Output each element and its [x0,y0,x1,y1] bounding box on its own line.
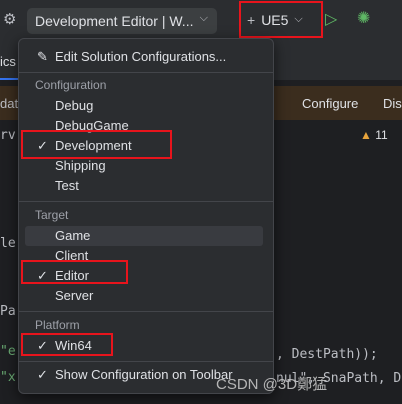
platform-selector[interactable]: + UE5 ⌵ [239,1,323,38]
add-icon: + [247,11,256,28]
warnings-indicator[interactable]: ▲ 11 [360,128,388,142]
menu-item-label: Client [55,248,89,263]
menu-item-editor[interactable]: ✓ Editor [25,266,263,286]
configure-link[interactable]: Configure [302,96,358,111]
watermark: CSDN @3D鄭猛 [216,376,328,393]
menu-item-win64[interactable]: ✓ Win64 [25,336,263,356]
code-fragment: "e [0,344,16,359]
menu-item-label: Game [55,228,91,243]
chevron-down-icon: ⌵ [294,13,303,25]
checkmark-icon: ✓ [37,338,48,353]
code-fragment: rv [0,128,16,143]
menu-item-label: Edit Solution Configurations... [55,49,227,64]
code-line: , DestPath)); [276,347,378,362]
chevron-down-icon: ⌵ [199,12,208,24]
checkmark-icon: ✓ [37,138,48,153]
menu-item-label: DebugGame [55,118,129,133]
unreal-engine-icon[interactable]: ⚙ [3,10,16,28]
menu-item-shipping[interactable]: Shipping [25,156,263,176]
configuration-header: Configuration [35,78,107,92]
code-fragment: le [0,236,16,251]
target-header: Target [35,208,69,222]
configuration-popup-menu: ✎ Edit Solution Configurations... Config… [18,38,274,394]
menu-divider [19,361,273,362]
warning-icon: ▲ [360,128,372,142]
code-fragment: Pa [0,304,16,319]
checkmark-icon: ✓ [37,367,48,382]
menu-item-label: Shipping [55,158,106,173]
menu-item-test[interactable]: Test [25,176,263,196]
checkmark-icon: ✓ [37,268,48,283]
platform-selector-label: UE5 [261,11,289,28]
platform-header: Platform [35,318,80,332]
debug-icon[interactable]: ✺ [357,8,370,27]
menu-item-development[interactable]: ✓ Development [25,136,263,156]
edit-solution-configurations-item[interactable]: ✎ Edit Solution Configurations... [25,47,263,67]
menu-item-debuggame[interactable]: DebugGame [25,116,263,136]
menu-item-label: Editor [55,268,89,283]
menu-item-client[interactable]: Client [25,246,263,266]
editor-tab[interactable]: ics [0,54,16,69]
menu-item-server[interactable]: Server [25,286,263,306]
menu-item-label: Win64 [55,338,92,353]
menu-divider [19,311,273,312]
configuration-selector[interactable]: Development Editor | W... ⌵ [27,8,217,34]
menu-item-game[interactable]: Game [25,226,263,246]
run-icon[interactable]: ▷ [325,9,337,28]
edit-icon: ✎ [37,49,48,64]
menu-item-label: Server [55,288,94,303]
main-toolbar: ⚙ Development Editor | W... ⌵ + UE5 ⌵ ▷ … [0,0,402,42]
configuration-selector-label: Development Editor | W... [35,13,194,29]
menu-item-label: Development [55,138,132,153]
menu-item-label: Debug [55,98,94,113]
warning-count: 11 [375,128,388,142]
menu-item-label: Show Configuration on Toolbar [55,367,233,382]
code-fragment: "x [0,370,16,385]
menu-item-debug[interactable]: Debug [25,96,263,116]
active-tab-indicator [0,78,20,80]
menu-item-label: Test [55,178,79,193]
menu-divider [19,201,273,202]
dismiss-link[interactable]: Dis [383,96,402,111]
menu-divider [19,72,273,73]
